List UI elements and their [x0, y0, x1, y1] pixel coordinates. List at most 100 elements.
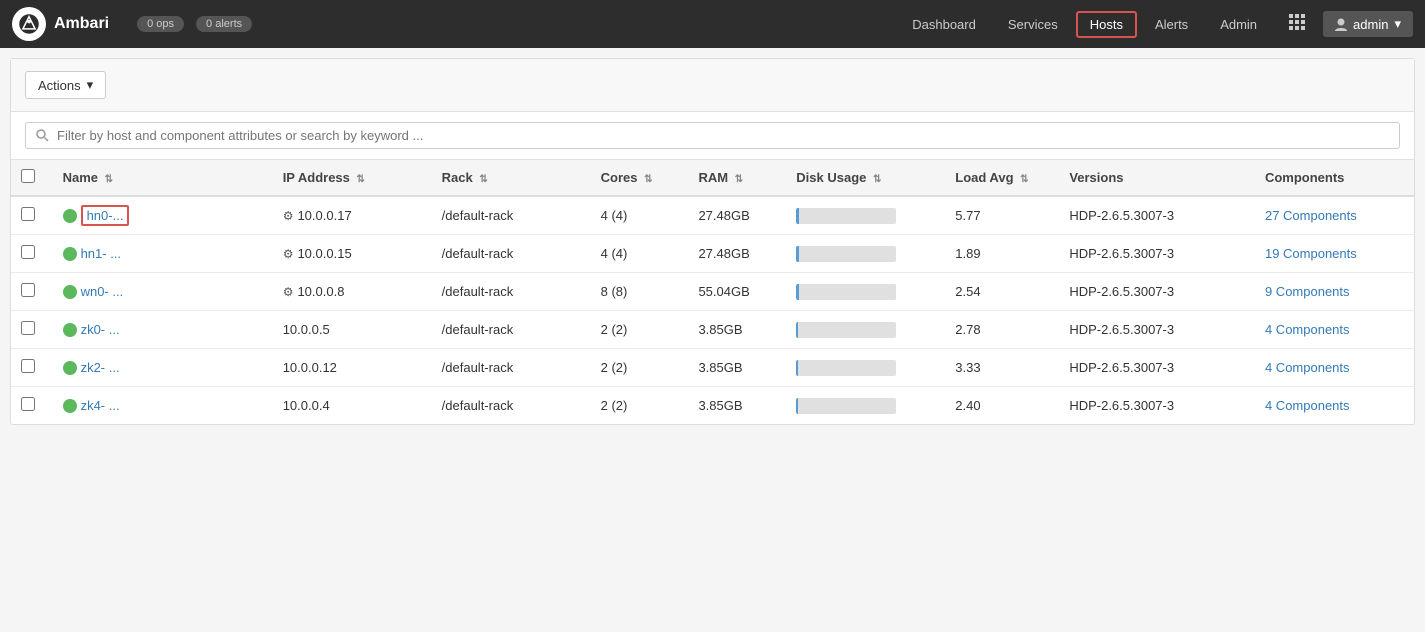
- components-link-5[interactable]: 4 Components: [1265, 398, 1350, 413]
- table-row: hn0-... ⚙10.0.0.17/default-rack4 (4)27.48…: [11, 196, 1414, 235]
- navbar: Ambari 0 ops 0 alerts Dashboard Services…: [0, 0, 1425, 48]
- actions-bar: Actions ▾: [11, 59, 1414, 112]
- rack-value-0: /default-rack: [432, 196, 591, 235]
- row-checkbox-4[interactable]: [21, 359, 35, 373]
- components-link-4[interactable]: 4 Components: [1265, 360, 1350, 375]
- load-value-2: 2.54: [945, 273, 1059, 311]
- rack-value-1: /default-rack: [432, 235, 591, 273]
- disk-bar-fill-2: [796, 284, 799, 300]
- grid-icon[interactable]: [1279, 8, 1315, 41]
- col-header-disk: Disk Usage ⇅: [786, 160, 945, 196]
- wrench-icon-2: ⚙: [283, 285, 294, 299]
- rack-value-3: /default-rack: [432, 311, 591, 349]
- cores-value-3: 2 (2): [591, 311, 689, 349]
- table-row: hn1- ...⚙10.0.0.15/default-rack4 (4)27.4…: [11, 235, 1414, 273]
- actions-button[interactable]: Actions ▾: [25, 71, 106, 99]
- components-link-1[interactable]: 19 Components: [1265, 246, 1357, 261]
- disk-bar-fill-0: [796, 208, 799, 224]
- disk-bar-5: [796, 398, 896, 414]
- row-checkbox-5[interactable]: [21, 397, 35, 411]
- host-link-4[interactable]: zk2- ...: [81, 360, 120, 375]
- disk-bar-0: [796, 208, 896, 224]
- col-header-rack: Rack ⇅: [432, 160, 591, 196]
- nav-links: Dashboard Services Hosts Alerts Admin: [898, 11, 1271, 38]
- cores-value-1: 4 (4): [591, 235, 689, 273]
- admin-button[interactable]: admin ▾: [1323, 11, 1413, 37]
- sort-disk-icon[interactable]: ⇅: [873, 174, 881, 185]
- components-link-3[interactable]: 4 Components: [1265, 322, 1350, 337]
- actions-caret: ▾: [87, 77, 94, 93]
- ip-value-2: 10.0.0.8: [297, 284, 344, 299]
- brand: Ambari: [12, 7, 109, 41]
- host-link-2[interactable]: wn0- ...: [81, 284, 124, 299]
- nav-admin[interactable]: Admin: [1206, 11, 1271, 38]
- col-header-load: Load Avg ⇅: [945, 160, 1059, 196]
- page-content: Actions ▾ Name ⇅ IP Ad: [10, 58, 1415, 425]
- sort-ram-icon[interactable]: ⇅: [735, 174, 743, 185]
- host-link-1[interactable]: hn1- ...: [81, 246, 121, 261]
- status-dot-5: [63, 399, 77, 413]
- disk-bar-fill-4: [796, 360, 798, 376]
- host-link-3[interactable]: zk0- ...: [81, 322, 120, 337]
- filter-input-wrap: [25, 122, 1400, 149]
- nav-alerts[interactable]: Alerts: [1141, 11, 1202, 38]
- nav-dashboard[interactable]: Dashboard: [898, 11, 990, 38]
- rack-value-5: /default-rack: [432, 387, 591, 425]
- status-dot-2: [63, 285, 77, 299]
- load-value-5: 2.40: [945, 387, 1059, 425]
- nav-hosts[interactable]: Hosts: [1076, 11, 1137, 38]
- ram-value-5: 3.85GB: [688, 387, 786, 425]
- host-link-5[interactable]: zk4- ...: [81, 398, 120, 413]
- row-checkbox-2[interactable]: [21, 283, 35, 297]
- disk-bar-1: [796, 246, 896, 262]
- sort-cores-icon[interactable]: ⇅: [644, 174, 652, 185]
- sort-load-icon[interactable]: ⇅: [1020, 174, 1028, 185]
- col-header-ip: IP Address ⇅: [273, 160, 432, 196]
- disk-bar-3: [796, 322, 896, 338]
- wrench-icon-0: ⚙: [283, 209, 294, 223]
- cores-value-5: 2 (2): [591, 387, 689, 425]
- components-link-0[interactable]: 27 Components: [1265, 208, 1357, 223]
- sort-ip-icon[interactable]: ⇅: [357, 174, 365, 185]
- disk-bar-fill-1: [796, 246, 799, 262]
- nav-services[interactable]: Services: [994, 11, 1072, 38]
- ip-value-5: 10.0.0.4: [283, 398, 330, 413]
- admin-label: admin: [1353, 17, 1388, 32]
- header-checkbox-cell: [11, 160, 53, 196]
- row-checkbox-3[interactable]: [21, 321, 35, 335]
- ram-value-2: 55.04GB: [688, 273, 786, 311]
- disk-bar-fill-3: [796, 322, 798, 338]
- table-row: wn0- ...⚙10.0.0.8/default-rack8 (8)55.04…: [11, 273, 1414, 311]
- table-row: zk4- ... 10.0.0.4/default-rack2 (2)3.85GB…: [11, 387, 1414, 425]
- col-header-versions: Versions: [1059, 160, 1255, 196]
- load-value-3: 2.78: [945, 311, 1059, 349]
- header-checkbox[interactable]: [21, 169, 35, 183]
- row-checkbox-0[interactable]: [21, 207, 35, 221]
- ip-value-4: 10.0.0.12: [283, 360, 337, 375]
- cores-value-2: 8 (8): [591, 273, 689, 311]
- components-link-2[interactable]: 9 Components: [1265, 284, 1350, 299]
- sort-rack-icon[interactable]: ⇅: [479, 174, 487, 185]
- row-checkbox-1[interactable]: [21, 245, 35, 259]
- ram-value-0: 27.48GB: [688, 196, 786, 235]
- col-header-ram: RAM ⇅: [688, 160, 786, 196]
- actions-label: Actions: [38, 78, 81, 93]
- filter-input[interactable]: [57, 128, 1389, 143]
- status-dot-0: [63, 209, 77, 223]
- ip-value-3: 10.0.0.5: [283, 322, 330, 337]
- ip-value-1: 10.0.0.15: [297, 246, 351, 261]
- wrench-icon-1: ⚙: [283, 247, 294, 261]
- load-value-0: 5.77: [945, 196, 1059, 235]
- versions-value-0: HDP-2.6.5.3007-3: [1059, 196, 1255, 235]
- load-value-1: 1.89: [945, 235, 1059, 273]
- col-header-components: Components: [1255, 160, 1414, 196]
- ops-badge[interactable]: 0 ops: [137, 16, 184, 32]
- host-link-0[interactable]: hn0-...: [81, 205, 130, 226]
- table-row: zk2- ...10.0.0.12/default-rack2 (2)3.85G…: [11, 349, 1414, 387]
- sort-name-icon[interactable]: ⇅: [105, 174, 113, 185]
- search-icon: [36, 129, 49, 142]
- status-dot-3: [63, 323, 77, 337]
- alerts-badge[interactable]: 0 alerts: [196, 16, 252, 32]
- ip-value-0: 10.0.0.17: [297, 208, 351, 223]
- cores-value-0: 4 (4): [591, 196, 689, 235]
